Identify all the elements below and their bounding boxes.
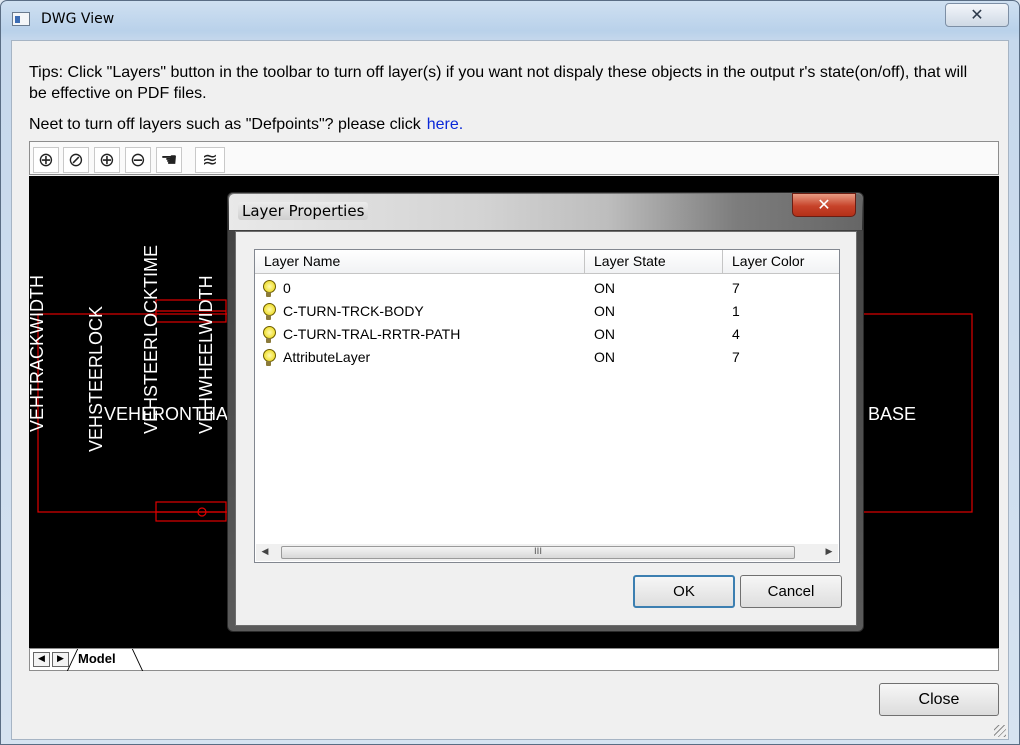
title-bar[interactable]: DWG View ✕: [1, 1, 1019, 39]
layer-list[interactable]: Layer Name Layer State Layer Color 0 ON …: [254, 249, 840, 563]
label-vehsteerlock: VEHSTEERLOCK: [86, 306, 106, 452]
lightbulb-on-icon[interactable]: [263, 280, 276, 297]
window-title: DWG View: [41, 11, 115, 27]
layer-name: AttributeLayer: [283, 349, 371, 365]
tab-model[interactable]: Model: [78, 651, 116, 666]
tab-next-button[interactable]: ▶: [52, 652, 69, 667]
app-window-icon: [12, 12, 30, 26]
here-link[interactable]: here.: [427, 116, 463, 133]
viewer-toolbar: ⊕ ⊘ ⊕ ⊖ ☚ ≋: [29, 141, 999, 175]
zoom-out-icon[interactable]: ⊖: [125, 147, 151, 173]
pan-hand-icon[interactable]: ☚: [156, 147, 182, 173]
layers-icon[interactable]: ≋: [195, 147, 225, 173]
layer-color: 7: [732, 349, 740, 365]
horizontal-scrollbar[interactable]: ◀ III ▶: [256, 544, 838, 561]
label-vehtrackwidth: VEHTRACKWIDTH: [29, 275, 47, 432]
layer-state: ON: [594, 303, 615, 319]
layer-row[interactable]: C-TURN-TRCK-BODY ON 1: [255, 300, 839, 323]
zoom-window-icon[interactable]: ⊘: [63, 147, 89, 173]
layer-color: 1: [732, 303, 740, 319]
lightbulb-on-icon[interactable]: [263, 326, 276, 343]
column-header-layer-name[interactable]: Layer Name: [255, 250, 585, 274]
label-base: BASE: [868, 404, 916, 424]
layout-tabs: ◀ ▶ Model: [29, 648, 999, 671]
layer-row[interactable]: 0 ON 7: [255, 277, 839, 300]
tab-edge-right: [131, 649, 144, 671]
lightbulb-on-icon[interactable]: [263, 303, 276, 320]
defpoints-text: Neet to turn off layers such as "Defpoin…: [29, 116, 421, 133]
layer-row[interactable]: C-TURN-TRAL-RRTR-PATH ON 4: [255, 323, 839, 346]
close-button[interactable]: Close: [879, 683, 999, 716]
layer-name: 0: [283, 280, 291, 296]
layer-state: ON: [594, 326, 615, 342]
ok-button[interactable]: OK: [633, 575, 735, 608]
resize-grip-icon[interactable]: [994, 725, 1006, 737]
label-vehfrontha: VEHFRONTHA: [104, 404, 228, 424]
layer-properties-dialog: Layer Properties ✕ Layer Name Layer Stat…: [227, 192, 864, 632]
cancel-button[interactable]: Cancel: [740, 575, 842, 608]
layer-name: C-TURN-TRCK-BODY: [283, 303, 424, 319]
column-header-layer-state[interactable]: Layer State: [585, 250, 723, 274]
column-header-layer-color[interactable]: Layer Color: [723, 250, 839, 274]
layer-color: 4: [732, 326, 740, 342]
layer-color: 7: [732, 280, 740, 296]
zoom-extents-icon[interactable]: ⊕: [33, 147, 59, 173]
layer-state: ON: [594, 280, 615, 296]
scroll-left-icon[interactable]: ◀: [258, 546, 272, 559]
scroll-thumb[interactable]: III: [281, 546, 795, 559]
zoom-in-icon[interactable]: ⊕: [94, 147, 120, 173]
layer-row[interactable]: AttributeLayer ON 7: [255, 346, 839, 369]
dialog-title: Layer Properties: [238, 202, 369, 220]
layer-name: C-TURN-TRAL-RRTR-PATH: [283, 326, 461, 342]
lightbulb-on-icon[interactable]: [263, 349, 276, 366]
layer-state: ON: [594, 349, 615, 365]
tips-text: Tips: Click "Layers" button in the toolb…: [29, 64, 968, 102]
dialog-close-button[interactable]: ✕: [792, 193, 856, 217]
tab-prev-button[interactable]: ◀: [33, 652, 50, 667]
scroll-right-icon[interactable]: ▶: [822, 546, 836, 559]
defpoints-prompt: Neet to turn off layers such as "Defpoin…: [29, 116, 463, 134]
dialog-body: Layer Name Layer State Layer Color 0 ON …: [235, 231, 857, 626]
window-close-button[interactable]: ✕: [945, 3, 1009, 27]
dwg-view-window: DWG View ✕ Tips: Click "Layers" button i…: [0, 0, 1020, 745]
